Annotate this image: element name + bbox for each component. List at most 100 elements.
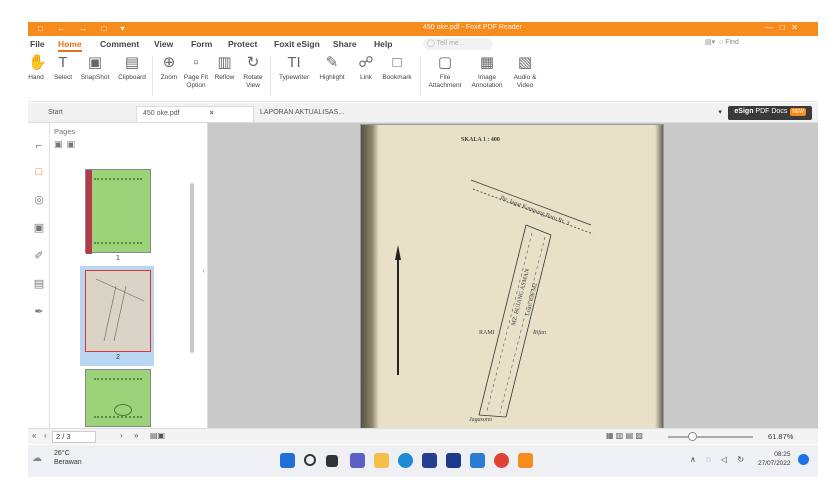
bookmarks-panel-icon[interactable]: ⌐ bbox=[32, 139, 46, 153]
system-tray-icons[interactable]: ∧ ◌ ◁ ↻ bbox=[690, 455, 748, 464]
reflow-label: Reflow bbox=[214, 74, 235, 81]
link-button[interactable]: ☍ Link bbox=[355, 54, 377, 82]
typewriter-label: Typewriter bbox=[279, 74, 309, 81]
zoom-level[interactable]: 61.87% bbox=[768, 432, 793, 441]
page-fit-label: Page Fit Option bbox=[183, 74, 209, 89]
search-icon: ◯ bbox=[427, 40, 437, 47]
thumbnail-stamp bbox=[114, 404, 132, 416]
audio-video-label: Audio & Video bbox=[513, 74, 537, 89]
image-annotation-icon: ▦ bbox=[479, 54, 495, 71]
weather-widget[interactable]: 26°C Berawan bbox=[54, 449, 82, 467]
file-attachment-button[interactable]: ▢ File Attachment bbox=[426, 54, 464, 90]
next-page-button[interactable]: › bbox=[120, 431, 123, 440]
navigation-rail: ⌐ □ ◎ ▣ ✐ ▤ ✒ bbox=[28, 123, 50, 428]
chat-icon[interactable] bbox=[350, 453, 365, 468]
tab-start[interactable]: Start bbox=[42, 106, 132, 122]
ribbon-home: ✋ Hand T Select ▣ SnapShot ▤ Clipboard ⊕ Zoom… bbox=[28, 52, 818, 102]
page-fit-button[interactable]: ▫ Page Fit Option bbox=[182, 54, 210, 90]
layers-panel-icon[interactable]: ◎ bbox=[32, 193, 46, 207]
page-thumbnail-selected[interactable] bbox=[85, 270, 151, 352]
find-box[interactable]: ▤▾ ○ Find bbox=[705, 38, 815, 50]
link-icon: ☍ bbox=[358, 54, 374, 71]
pages-panel-icon[interactable]: □ bbox=[32, 165, 46, 179]
snapshot-button[interactable]: ▣ SnapShot bbox=[76, 54, 114, 82]
window-controls[interactable]: — □ ✕ bbox=[765, 23, 798, 32]
hand-tool-button[interactable]: ✋ Hand bbox=[24, 54, 48, 82]
select-text-icon: T bbox=[58, 54, 68, 71]
menu-help[interactable]: Help bbox=[374, 39, 392, 49]
page-thumbnail-options-icon[interactable]: ▣▣ bbox=[54, 139, 79, 150]
find-text: Find bbox=[725, 39, 739, 46]
hand-label: Hand bbox=[28, 74, 44, 81]
rotate-view-button[interactable]: ↻ Rotate View bbox=[239, 54, 267, 90]
notification-badge[interactable] bbox=[798, 454, 809, 465]
menu-foxit-esign[interactable]: Foxit eSign bbox=[274, 39, 320, 49]
collapse-panel-icon[interactable]: ‹ bbox=[203, 268, 205, 275]
search-icon[interactable] bbox=[304, 454, 316, 466]
typewriter-button[interactable]: TI Typewriter bbox=[274, 54, 314, 82]
close-tab-icon[interactable]: × bbox=[210, 110, 214, 117]
attachments-panel-icon[interactable]: ✐ bbox=[32, 249, 46, 263]
dropdown-arrow-icon: ▾ bbox=[718, 109, 722, 116]
signatures-panel-icon[interactable]: ✒ bbox=[32, 305, 46, 319]
image-annotation-button[interactable]: ▦ Image Annotation bbox=[468, 54, 506, 90]
first-page-button[interactable]: « bbox=[32, 431, 36, 440]
document-viewer[interactable]: SKALA 1 : 400 Jln. Jagat Kampung Baru Rt… bbox=[208, 123, 818, 428]
bookmark-button[interactable]: □ Bookmark bbox=[380, 54, 414, 82]
menu-home[interactable]: Home bbox=[58, 39, 82, 52]
window-title: 450 oke.pdf - Foxit PDF Reader bbox=[423, 24, 522, 31]
word-icon[interactable] bbox=[470, 453, 485, 468]
right-neighbor-label: Rifan bbox=[533, 330, 546, 336]
tab-laporan[interactable]: LAPORAN AKTUALISAS... bbox=[254, 106, 364, 122]
menu-form[interactable]: Form bbox=[191, 39, 212, 49]
last-page-button[interactable]: » bbox=[134, 431, 138, 440]
audio-video-button[interactable]: ▧ Audio & Video bbox=[510, 54, 540, 90]
clipboard-button[interactable]: ▤ Clipboard bbox=[114, 54, 150, 82]
chrome-icon[interactable] bbox=[494, 453, 509, 468]
zoom-slider-track[interactable] bbox=[668, 436, 753, 438]
bottom-neighbor-label: Jagasono bbox=[469, 417, 492, 423]
page-layout-icons[interactable]: ▦ ▥ ▤ ▧ bbox=[606, 431, 643, 440]
zoom-slider-handle[interactable] bbox=[688, 432, 697, 441]
tell-me-search[interactable]: ◯ Tell me... bbox=[423, 38, 493, 50]
find-options-icon[interactable]: ▤▾ bbox=[705, 39, 719, 46]
highlight-button[interactable]: ✎ Highlight bbox=[315, 54, 349, 82]
edge-browser-icon[interactable] bbox=[398, 453, 413, 468]
file-explorer-icon[interactable] bbox=[374, 453, 389, 468]
prev-page-button[interactable]: ‹ bbox=[44, 431, 47, 440]
zoom-button[interactable]: ⊕ Zoom bbox=[156, 54, 182, 82]
thumbnail-scrollbar[interactable] bbox=[190, 183, 194, 353]
security-panel-icon[interactable]: ▣ bbox=[32, 221, 46, 235]
zoom-label: Zoom bbox=[160, 74, 178, 81]
page-thumbnail[interactable] bbox=[85, 369, 151, 427]
menu-protect[interactable]: Protect bbox=[228, 39, 257, 49]
esign-pdf-docs-button[interactable]: ▾ eSign PDF Docs NEW bbox=[718, 106, 812, 120]
clipboard-icon: ▤ bbox=[124, 54, 140, 71]
select-button[interactable]: T Select bbox=[50, 54, 76, 82]
link-label: Link bbox=[360, 74, 372, 81]
task-view-icon[interactable] bbox=[326, 455, 338, 467]
reflow-button[interactable]: ▥ Reflow bbox=[211, 54, 238, 82]
snapshot-icon: ▣ bbox=[87, 54, 103, 71]
store-icon[interactable] bbox=[422, 453, 437, 468]
weather-cloud-icon[interactable]: ☁ bbox=[32, 453, 42, 464]
weather-condition: Berawan bbox=[54, 459, 82, 466]
tab-450-oke-pdf[interactable]: 450 oke.pdf × bbox=[136, 106, 254, 122]
menu-view[interactable]: View bbox=[154, 39, 173, 49]
view-mode-icons[interactable]: ▤▣ bbox=[150, 431, 165, 440]
dropbox-icon[interactable] bbox=[446, 453, 461, 468]
page-number-input[interactable]: 2 / 3 bbox=[52, 431, 96, 443]
foxit-reader-icon[interactable] bbox=[518, 453, 533, 468]
select-label: Select bbox=[53, 74, 73, 81]
quick-access-toolbar[interactable]: □ ← → □ ▾ bbox=[38, 24, 131, 33]
menu-file[interactable]: File bbox=[30, 39, 45, 49]
menu-share[interactable]: Share bbox=[333, 39, 357, 49]
system-clock[interactable]: 08:25 27/07/2022 bbox=[758, 450, 791, 468]
start-windows-icon[interactable] bbox=[280, 453, 295, 468]
menu-comment[interactable]: Comment bbox=[100, 39, 139, 49]
left-neighbor-label: RAMI bbox=[479, 330, 495, 336]
page-thumbnail[interactable] bbox=[85, 169, 151, 254]
clock-date: 27/07/2022 bbox=[758, 460, 791, 467]
scale-text: SKALA 1 : 400 bbox=[461, 137, 500, 143]
comments-panel-icon[interactable]: ▤ bbox=[32, 277, 46, 291]
